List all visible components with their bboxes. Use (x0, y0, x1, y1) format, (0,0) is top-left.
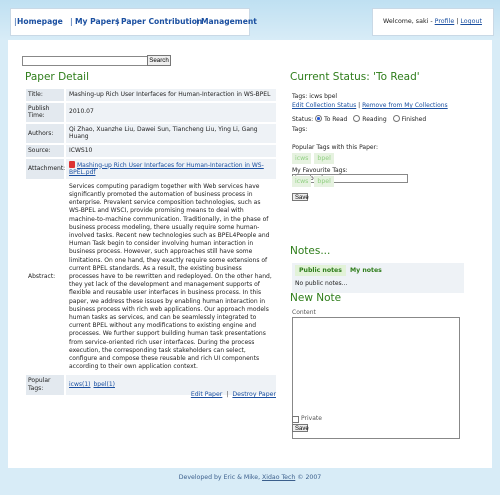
edit-paper-link[interactable]: Edit Paper (191, 391, 222, 398)
publish-label: Publish Time: (26, 102, 64, 122)
search-input[interactable] (22, 56, 150, 66)
radio-label-to-read: To Read (324, 116, 348, 123)
tag-link-bpel[interactable]: bpel(1) (94, 381, 115, 389)
favourite-tags-chips: icws bpel (292, 176, 337, 187)
source-label: Source: (26, 144, 64, 157)
tab-my-notes[interactable]: My notes (346, 265, 386, 276)
abstract-label: Abstract: (26, 180, 64, 374)
private-checkbox[interactable] (292, 416, 299, 423)
attachment-row: Attachment: Mashing-up Rich User Interfa… (26, 158, 276, 179)
source-row: Source: ICWS10 (26, 144, 276, 157)
publish-row: Publish Time: 2010.07 (26, 102, 276, 122)
paper-detail-table: Title: Mashing-up Rich User Interfaces f… (26, 89, 276, 397)
no-notes-text: No public notes... (295, 280, 348, 287)
tags-label: Popular Tags: (26, 375, 64, 395)
welcome-text: Welcome, saki (383, 18, 429, 25)
paper-actions: Edit Paper | Destroy Paper (191, 391, 276, 398)
nav-paper-contribution[interactable]: Paper Contribution (121, 17, 202, 26)
logout-link[interactable]: Logout (460, 18, 482, 25)
status-label: Status: (292, 116, 314, 123)
paper-source: ICWS10 (66, 144, 276, 157)
radio-label-reading: Reading (362, 116, 387, 123)
authors-row: Authors: Qi Zhao, Xuanzhe Liu, Dawei Sun… (26, 123, 276, 143)
paper-authors: Qi Zhao, Xuanzhe Liu, Dawei Sun, Tianche… (66, 123, 276, 143)
footer: Developed by Eric & Mike, Xidao Tech © 2… (0, 474, 500, 481)
favourite-tags-label: My Favourite Tags: (292, 167, 348, 174)
tag-link-icws[interactable]: icws(1) (69, 381, 91, 389)
user-links-separator: | (456, 18, 459, 25)
footer-credit: Developed by Eric & Mike, (178, 474, 261, 481)
radio-to-read[interactable] (315, 115, 323, 122)
attachment-label: Attachment: (26, 158, 65, 179)
footer-copyright: © 2007 (297, 474, 322, 481)
popular-tag-chip[interactable]: bpel (314, 153, 334, 164)
status-tags-line: Tags: icws bpel (292, 93, 338, 100)
publish-time: 2010.07 (66, 102, 276, 122)
status-links: Edit Collection Status | Remove from My … (292, 102, 448, 109)
tags-label: Tags: (292, 126, 308, 133)
private-label: Private (301, 415, 322, 422)
nav-separator: | (70, 17, 73, 26)
status-save-button[interactable]: Save (292, 193, 309, 201)
search-button[interactable]: Search (147, 55, 171, 66)
paper-abstract: Services computing paradigm together wit… (66, 180, 276, 374)
content-label: Content (292, 309, 316, 316)
title-row: Title: Mashing-up Rich User Interfaces f… (26, 89, 276, 101)
footer-company-link[interactable]: Xidao Tech (262, 474, 295, 481)
authors-label: Authors: (26, 123, 64, 143)
paper-detail-heading: Paper Detail (25, 71, 90, 83)
popular-tags-label: Popular Tags with this Paper: (292, 144, 378, 151)
nav-separator: | (196, 17, 199, 26)
radio-reading[interactable] (353, 115, 361, 122)
remove-from-collections-link[interactable]: Remove from My Collections (362, 102, 448, 109)
actions-separator: | (226, 391, 229, 398)
nav-management[interactable]: Management (201, 17, 257, 26)
status-links-separator: | (358, 102, 361, 109)
title-label: Title: (26, 89, 64, 101)
pdf-file-icon (69, 160, 75, 168)
destroy-paper-link[interactable]: Destroy Paper (232, 391, 276, 398)
nav-homepage[interactable]: Homepage (17, 17, 63, 26)
profile-link[interactable]: Profile (435, 18, 455, 25)
nav-separator: | (116, 17, 119, 26)
note-save-button[interactable]: Save (292, 424, 309, 432)
main-nav: | Homepage | My Papers | Paper Contribut… (10, 8, 257, 36)
notes-heading: Notes... (290, 245, 331, 257)
user-box: Welcome, saki - Profile | Logout (372, 8, 494, 36)
favourite-tag-chip[interactable]: icws (292, 176, 312, 187)
radio-label-finished: Finished (401, 116, 427, 123)
abstract-row: Abstract: Services computing paradigm to… (26, 180, 276, 374)
radio-finished[interactable] (392, 115, 400, 122)
paper-title: Mashing-up Rich User Interfaces for Huma… (66, 89, 276, 101)
notes-tabs: Public notes My notes No public notes... (292, 263, 464, 293)
content-panel: Search Paper Detail Title: Mashing-up Ri… (8, 40, 492, 468)
status-radio-group: Status: To Read Reading Finished (292, 115, 426, 123)
edit-collection-status-link[interactable]: Edit Collection Status (292, 102, 356, 109)
nav-my-papers[interactable]: My Papers (75, 17, 120, 26)
attachment-link[interactable]: Mashing-up Rich User Interfaces for Huma… (69, 162, 264, 177)
popular-tag-chip[interactable]: icws (292, 153, 312, 164)
current-status-heading: Current Status: 'To Read' (290, 71, 420, 83)
favourite-tag-chip[interactable]: bpel (314, 176, 334, 187)
welcome-separator: - (430, 18, 433, 25)
attachment-cell: Mashing-up Rich User Interfaces for Huma… (66, 158, 276, 179)
tab-public-notes[interactable]: Public notes (295, 265, 346, 276)
new-note-heading: New Note (290, 292, 342, 304)
popular-tags-chips: icws bpel (292, 153, 337, 164)
